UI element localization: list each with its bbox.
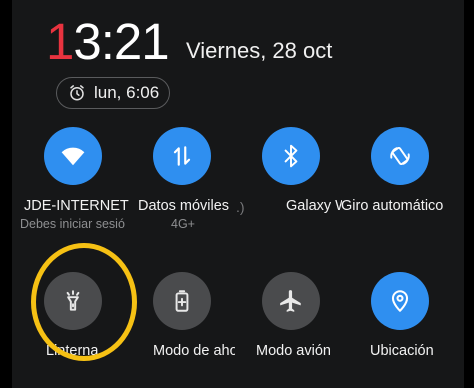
airplane-icon bbox=[280, 290, 301, 312]
bluetooth-tile-button[interactable] bbox=[262, 127, 320, 185]
location-tile-label: Ubicación bbox=[370, 343, 434, 359]
battery-saver-icon bbox=[175, 290, 189, 312]
auto-rotate-icon bbox=[390, 146, 410, 166]
clock[interactable]: 13:21 bbox=[46, 12, 170, 72]
airplane-mode-tile-label: Modo avión bbox=[256, 343, 331, 359]
location-tile-button[interactable] bbox=[371, 272, 429, 330]
mobile-data-tile-button[interactable] bbox=[153, 127, 211, 185]
clock-rest: 3:21 bbox=[73, 13, 169, 70]
clipped-label-fragment: .) bbox=[236, 199, 245, 215]
mobile-data-icon bbox=[173, 146, 191, 166]
auto-rotate-tile-label: Giro automático bbox=[341, 198, 444, 214]
auto-rotate-tile-button[interactable] bbox=[371, 127, 429, 185]
clock-first-digit: 1 bbox=[46, 13, 74, 70]
battery-saver-tile-label: Modo de aho bbox=[153, 343, 235, 359]
screen-edge-left bbox=[0, 0, 12, 388]
screen-edge-right bbox=[464, 0, 474, 388]
wifi-icon bbox=[61, 147, 85, 166]
location-icon bbox=[391, 290, 409, 312]
battery-saver-tile-button[interactable] bbox=[153, 272, 211, 330]
date-label[interactable]: Viernes, 28 oct bbox=[186, 36, 332, 66]
alarm-clock-icon bbox=[68, 84, 86, 102]
wifi-tile-status: Debes iniciar sesió bbox=[20, 217, 125, 231]
bluetooth-tile-label: Galaxy W bbox=[286, 198, 342, 214]
mobile-data-tile-label: Datos móviles bbox=[138, 198, 230, 214]
airplane-mode-tile-button[interactable] bbox=[262, 272, 320, 330]
next-alarm-chip[interactable]: lun, 6:06 bbox=[56, 77, 170, 109]
wifi-tile-button[interactable] bbox=[44, 127, 102, 185]
flashlight-highlight-ring bbox=[31, 243, 137, 361]
wifi-tile-label: JDE-INTERNET bbox=[24, 198, 129, 214]
quick-settings-panel: 13:21 Viernes, 28 oct lun, 6:06 JDE-INTE… bbox=[12, 0, 464, 388]
bluetooth-icon bbox=[284, 144, 298, 168]
mobile-data-tile-status: 4G+ bbox=[171, 217, 195, 231]
next-alarm-text: lun, 6:06 bbox=[94, 83, 160, 102]
